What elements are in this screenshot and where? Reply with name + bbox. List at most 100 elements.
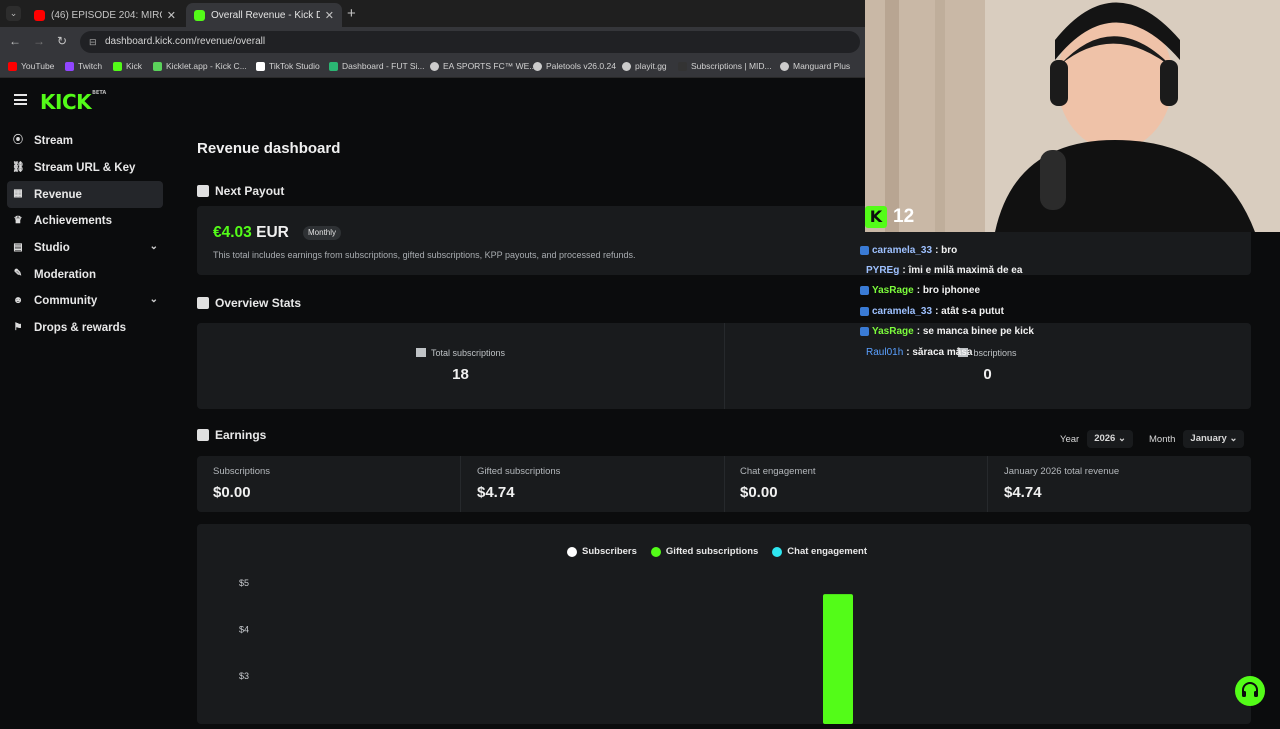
sidebar-item-community[interactable]: ☻ Community ⌄ <box>7 288 163 315</box>
legend-item-chat-engagement[interactable]: Chat engagement <box>772 546 867 557</box>
globe-icon <box>622 61 631 71</box>
sidebar-item-revenue[interactable]: ▦ Revenue <box>7 181 163 209</box>
chat-message: caramela_33: bro <box>860 240 1250 260</box>
address-bar[interactable]: ⊟ dashboard.kick.com/revenue/overall <box>80 31 860 53</box>
twitch-icon <box>65 61 74 71</box>
earnings-value: $0.00 <box>213 484 251 501</box>
bookmark-label: Twitch <box>78 61 103 71</box>
legend-item-gifted-subscriptions[interactable]: Gifted subscriptions <box>650 546 759 557</box>
chat-text: bro iphonee <box>922 285 981 297</box>
link-icon: ⛓ <box>12 161 25 173</box>
bookmark-kick[interactable]: Kick <box>113 61 142 71</box>
tab-search-button[interactable]: ⌄ <box>6 6 21 21</box>
payout-note: This total includes earnings from subscr… <box>213 250 636 260</box>
sidebar-item-label: Community <box>34 295 98 308</box>
legend-label: Gifted subscriptions <box>665 546 759 557</box>
browser-tab-active[interactable]: Overall Revenue - Kick Dashbo ✕ <box>186 3 342 27</box>
chevron-down-icon: ⌄ <box>1229 433 1238 444</box>
site-info-icon[interactable]: ⊟ <box>89 31 97 53</box>
sidebar-item-label: Stream URL & Key <box>34 162 136 175</box>
bookmark-youtube[interactable]: YouTube <box>8 61 54 71</box>
kick-logo[interactable]: KICKBETA <box>40 90 106 114</box>
sidebar-item-stream[interactable]: ⦿ Stream <box>7 128 163 155</box>
bookmark-label: Kick <box>126 61 143 71</box>
bookmark-paletools[interactable]: Paletools v26.0.24 <box>533 61 616 71</box>
chat-username: YasRage <box>872 285 914 297</box>
y-tick-label: $3 <box>239 671 249 681</box>
webcam-overlay <box>865 0 1280 232</box>
close-tab-icon[interactable]: ✕ <box>325 9 334 22</box>
overview-stats-heading: Overview Stats <box>197 296 301 310</box>
sidebar-item-moderation[interactable]: ✎ Moderation <box>7 261 163 288</box>
month-select[interactable]: January ⌄ <box>1183 430 1245 448</box>
logo-text: KICK <box>40 90 92 114</box>
legend-item-subscribers[interactable]: Subscribers <box>567 546 637 557</box>
stat-value: 0 <box>983 366 992 383</box>
chevron-down-icon[interactable]: ⌄ <box>150 294 158 305</box>
sidebar-item-label: Achievements <box>34 215 112 228</box>
legend-label: Subscribers <box>582 546 637 557</box>
bookmark-subscriptions[interactable]: Subscriptions | MID... <box>678 61 772 71</box>
reload-icon[interactable]: ↻ <box>57 34 67 48</box>
sidebar-item-studio[interactable]: ▤ Studio ⌄ <box>7 235 163 262</box>
chat-message: Raul01h: săraca mâsa <box>866 346 973 358</box>
people-icon: ☻ <box>12 295 24 307</box>
sidebar-item-drops-rewards[interactable]: ⚑ Drops & rewards <box>7 315 163 342</box>
legend-dot <box>567 546 577 557</box>
bookmark-label: YouTube <box>21 61 55 71</box>
new-tab-button[interactable]: + <box>347 5 356 22</box>
sidebar: ⦿ Stream ⛓ Stream URL & Key ▦ Revenue ♛ Achi… <box>0 128 170 342</box>
viewer-count: K 12 <box>865 206 914 228</box>
chat-message: caramela_33: atât s-a putut <box>860 301 1250 321</box>
gift-icon: ⚑ <box>13 321 23 333</box>
kick-icon <box>194 9 205 21</box>
month-label: Month <box>1149 433 1176 445</box>
kick-icon: K <box>865 206 887 228</box>
browser-tab[interactable]: (46) EPISODE 204: MIRCEA DE ✕ <box>26 3 184 27</box>
close-tab-icon[interactable]: ✕ <box>167 9 176 22</box>
payout-amount: €4.03 EUR <box>213 224 289 242</box>
year-select[interactable]: 2026 ⌄ <box>1087 430 1133 448</box>
year-label: Year <box>1060 433 1080 445</box>
globe-icon <box>533 61 542 71</box>
bookmark-label: Subscriptions | MID... <box>691 61 772 71</box>
bookmark-ea[interactable]: EA SPORTS FC™ WE... <box>430 61 536 71</box>
earnings-summary-card: Subscriptions $0.00 Gifted subscriptions… <box>197 456 1251 512</box>
fut-icon <box>329 61 338 71</box>
earnings-label: Chat engagement <box>740 466 816 477</box>
bookmark-twitch[interactable]: Twitch <box>65 61 102 71</box>
section-title: Overview Stats <box>215 296 302 310</box>
sidebar-item-achievements[interactable]: ♛ Achievements <box>7 208 163 235</box>
payout-frequency-badge: Monthly <box>303 226 342 240</box>
back-icon[interactable]: ← <box>9 34 21 48</box>
bookmark-fut[interactable]: Dashboard - FUT Si... <box>329 61 425 71</box>
support-chat-button[interactable] <box>1235 676 1265 706</box>
bookmark-manguard[interactable]: Manguard Plus <box>780 61 850 71</box>
chart-legend: Subscribers Gifted subscriptions Chat en… <box>567 546 881 557</box>
forward-icon[interactable]: → <box>33 34 45 48</box>
bookmark-kicklet[interactable]: Kicklet.app - Kick C... <box>153 61 247 71</box>
year-filter: Year 2026 ⌄ <box>1060 430 1133 448</box>
sidebar-item-stream-url-key[interactable]: ⛓ Stream URL & Key <box>7 155 163 182</box>
subscriptions-icon <box>678 61 687 71</box>
subscriber-badge-icon <box>860 327 869 337</box>
bookmark-label: playit.gg <box>635 61 667 71</box>
menu-icon[interactable] <box>14 94 27 105</box>
chat-username: caramela_33 <box>872 244 933 256</box>
tiktok-icon <box>256 61 265 71</box>
bookmark-playit[interactable]: playit.gg <box>622 61 667 71</box>
subscriber-badge-icon <box>860 286 869 296</box>
chevron-down-icon: ⌄ <box>1117 433 1126 444</box>
bookmark-label: Manguard Plus <box>793 61 851 71</box>
bookmark-tiktok[interactable]: TikTok Studio <box>256 61 320 71</box>
chat-text: se manca binee pe kick <box>922 326 1034 338</box>
wallet-icon <box>197 185 209 197</box>
chevron-down-icon[interactable]: ⌄ <box>150 241 158 252</box>
wrench-icon: ✎ <box>13 268 23 280</box>
chart-bar[interactable] <box>823 594 853 724</box>
grid-icon: ▤ <box>13 241 23 253</box>
chat-message: YasRage: se manca binee pe kick <box>860 322 1250 342</box>
bookmark-label: Kicklet.app - Kick C... <box>166 61 247 71</box>
chat-text: bro <box>941 244 958 256</box>
earnings-value: $0.00 <box>740 484 778 501</box>
